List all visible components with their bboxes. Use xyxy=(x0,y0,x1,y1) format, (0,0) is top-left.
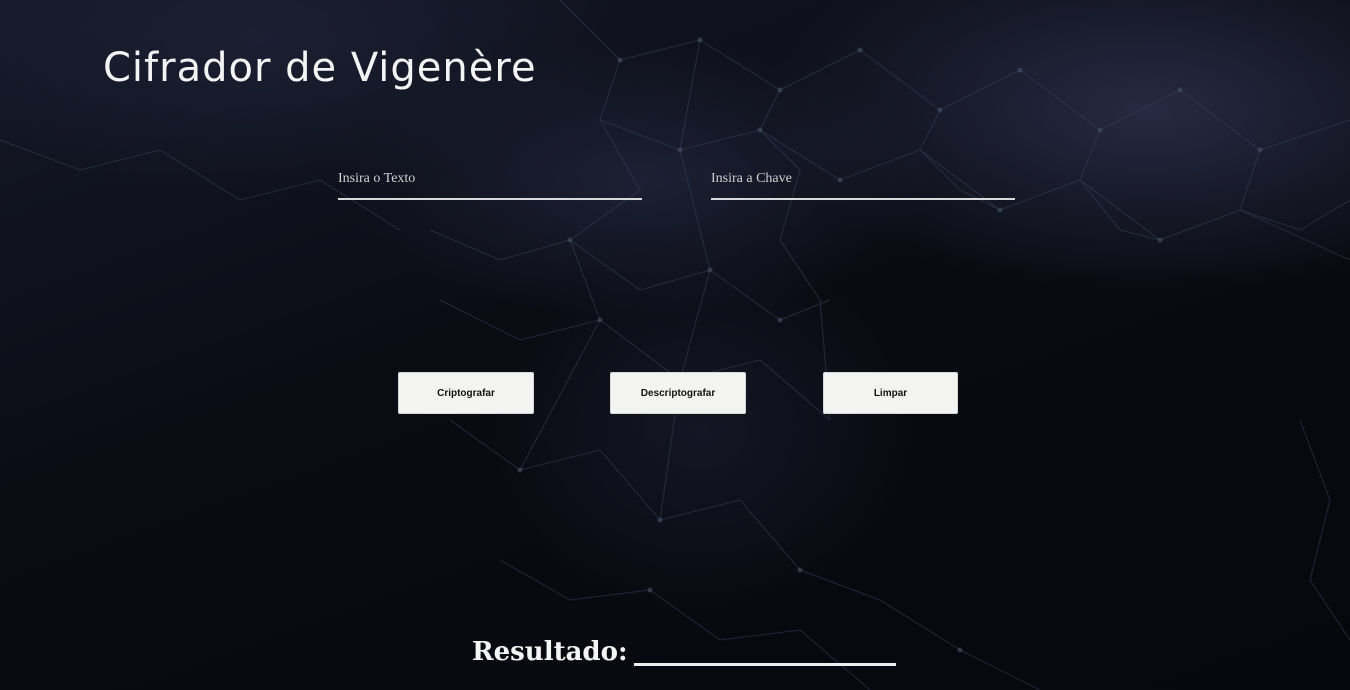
network-background-graphic xyxy=(0,0,1350,690)
text-input[interactable] xyxy=(338,166,642,200)
result-output xyxy=(633,638,896,666)
result-label: Resultado: xyxy=(472,637,628,667)
decrypt-button[interactable]: Descriptografar xyxy=(610,372,746,414)
page-title: Cifrador de Vigenère xyxy=(103,45,537,91)
key-input[interactable] xyxy=(711,166,1015,200)
encrypt-button[interactable]: Criptografar xyxy=(398,372,534,414)
result-section: Resultado: xyxy=(472,636,896,668)
clear-button[interactable]: Limpar xyxy=(823,372,958,414)
